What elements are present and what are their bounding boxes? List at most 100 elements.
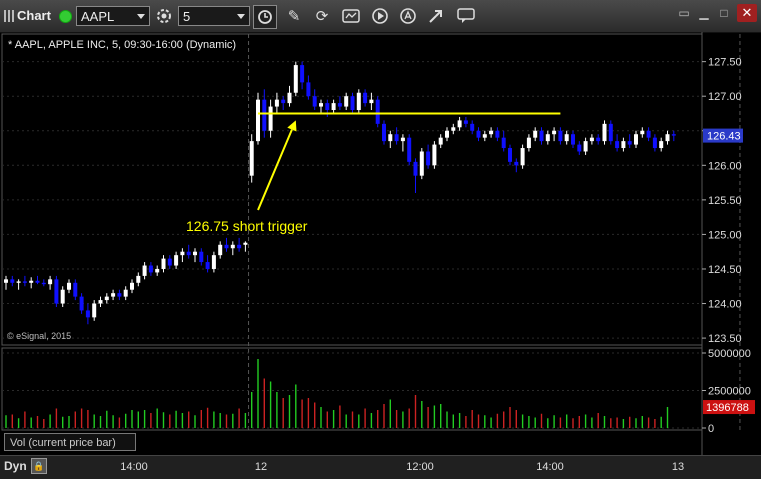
candle[interactable] xyxy=(514,158,519,173)
candle[interactable] xyxy=(331,99,336,114)
candle[interactable] xyxy=(545,130,550,145)
candle[interactable] xyxy=(615,134,620,152)
study-icon[interactable] xyxy=(340,5,362,27)
candle[interactable] xyxy=(388,130,393,149)
candle[interactable] xyxy=(659,137,664,152)
symbol-input[interactable]: AAPL xyxy=(76,6,150,26)
candle[interactable] xyxy=(608,120,613,145)
candle[interactable] xyxy=(293,61,298,97)
candle[interactable] xyxy=(432,141,437,169)
candle[interactable] xyxy=(306,75,311,100)
chevron-down-icon[interactable] xyxy=(237,14,245,19)
candle[interactable] xyxy=(319,99,323,114)
candle[interactable] xyxy=(356,89,361,114)
candle[interactable] xyxy=(337,96,342,111)
candle[interactable] xyxy=(54,275,59,307)
candle[interactable] xyxy=(48,275,53,290)
candle[interactable] xyxy=(205,255,210,273)
candle[interactable] xyxy=(369,92,374,111)
candle[interactable] xyxy=(596,134,601,145)
candle[interactable] xyxy=(382,120,386,145)
candle[interactable] xyxy=(621,137,626,152)
candle[interactable] xyxy=(558,127,563,145)
candle[interactable] xyxy=(438,134,443,149)
candle[interactable] xyxy=(520,144,525,169)
candle[interactable] xyxy=(281,96,286,111)
candle[interactable] xyxy=(539,127,544,145)
candle[interactable] xyxy=(10,275,15,287)
candle[interactable] xyxy=(564,130,569,145)
candle[interactable] xyxy=(489,127,494,138)
candle[interactable] xyxy=(167,255,172,269)
clock-icon[interactable] xyxy=(253,5,277,29)
candle[interactable] xyxy=(174,251,179,269)
candle[interactable] xyxy=(400,134,405,152)
annotation[interactable]: 126.75 short trigger xyxy=(186,120,308,234)
candle[interactable] xyxy=(394,127,399,145)
candle[interactable] xyxy=(312,89,317,111)
pencil-icon[interactable]: ✎ xyxy=(283,5,305,27)
candle[interactable] xyxy=(426,144,431,169)
play-icon[interactable] xyxy=(369,5,391,27)
volume-study-label[interactable]: Vol (current price bar) xyxy=(4,433,136,451)
candle[interactable] xyxy=(111,289,116,301)
candle[interactable] xyxy=(79,293,84,314)
candle[interactable] xyxy=(237,237,242,252)
candle[interactable] xyxy=(501,130,506,152)
candle[interactable] xyxy=(344,92,349,111)
candle[interactable] xyxy=(552,127,557,142)
candle[interactable] xyxy=(199,248,204,266)
candle[interactable] xyxy=(640,127,645,138)
candle[interactable] xyxy=(634,130,638,149)
candle[interactable] xyxy=(256,92,260,145)
dynamic-mode-label[interactable]: Dyn xyxy=(4,459,27,473)
candle[interactable] xyxy=(463,116,468,128)
comment-icon[interactable] xyxy=(455,5,477,27)
interval-select[interactable]: 5 xyxy=(178,6,250,26)
candle[interactable] xyxy=(249,134,254,183)
close-icon[interactable]: ✕ xyxy=(737,4,757,22)
candle[interactable] xyxy=(652,134,657,152)
candle[interactable] xyxy=(482,130,487,142)
live-status-icon[interactable] xyxy=(59,10,72,23)
minimize-icon[interactable]: ▁ xyxy=(696,5,712,21)
candlestick-series[interactable] xyxy=(4,61,676,325)
candle[interactable] xyxy=(41,279,46,287)
candle[interactable] xyxy=(646,127,651,142)
candle[interactable] xyxy=(60,286,65,307)
candle[interactable] xyxy=(526,134,531,152)
candle[interactable] xyxy=(230,241,235,256)
candle[interactable] xyxy=(470,120,475,135)
candle[interactable] xyxy=(627,134,632,149)
candle[interactable] xyxy=(375,96,380,128)
candle[interactable] xyxy=(218,241,223,259)
lock-icon[interactable]: 🔒 xyxy=(31,458,47,474)
candle[interactable] xyxy=(413,158,418,193)
candle[interactable] xyxy=(155,265,160,276)
candle[interactable] xyxy=(287,85,292,107)
candle[interactable] xyxy=(22,275,27,287)
candle[interactable] xyxy=(148,262,153,276)
candle[interactable] xyxy=(4,275,8,290)
refresh-icon[interactable]: ⟳ xyxy=(311,5,333,27)
volume-bar-series[interactable] xyxy=(5,359,669,428)
alert-icon[interactable] xyxy=(397,5,419,27)
candle[interactable] xyxy=(224,237,229,252)
candle[interactable] xyxy=(85,303,90,325)
candle[interactable] xyxy=(73,279,78,301)
candle[interactable] xyxy=(583,137,588,155)
candle[interactable] xyxy=(243,241,248,252)
candle[interactable] xyxy=(445,127,449,142)
candle[interactable] xyxy=(130,279,134,294)
candle[interactable] xyxy=(268,99,273,138)
candle[interactable] xyxy=(665,130,670,145)
candle[interactable] xyxy=(98,296,103,307)
candle[interactable] xyxy=(457,116,462,131)
link-icon[interactable] xyxy=(425,5,447,27)
candle[interactable] xyxy=(451,123,456,135)
candle[interactable] xyxy=(136,272,141,287)
maximize-icon[interactable]: □ xyxy=(716,5,732,21)
candle[interactable] xyxy=(419,148,424,180)
settings-gear-icon[interactable] xyxy=(153,5,175,27)
candle[interactable] xyxy=(29,277,34,289)
